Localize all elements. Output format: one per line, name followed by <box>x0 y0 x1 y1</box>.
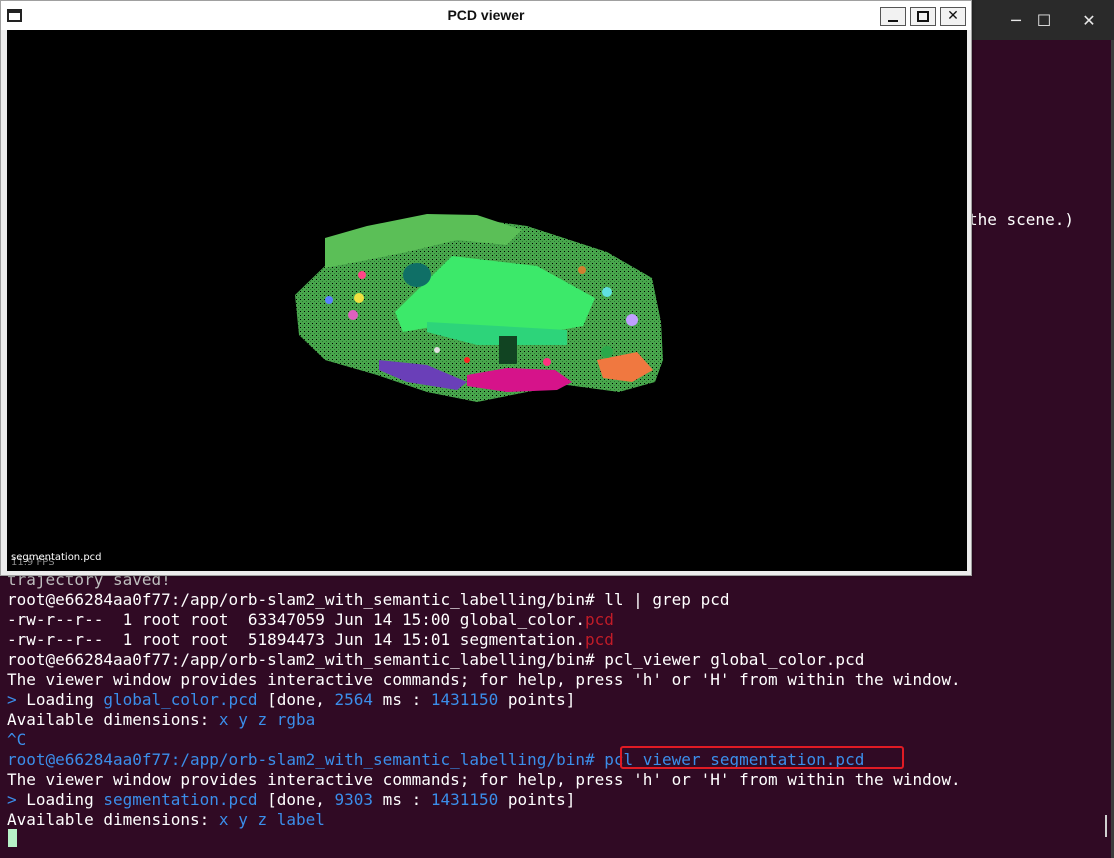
terminal-line: root@e66284aa0f77:/app/orb-slam2_with_se… <box>7 590 729 610</box>
minimize-icon[interactable]: ─ <box>1003 8 1029 34</box>
filename-label: segmentation.pcd <box>11 552 102 563</box>
cloud-white-segment <box>434 347 440 353</box>
output-text: points] <box>498 790 576 809</box>
terminal-line: ^C <box>7 730 27 749</box>
cloud-red-segment <box>464 357 470 363</box>
terminal-line: root@e66284aa0f77:/app/orb-slam2_with_se… <box>7 650 864 670</box>
cloud-pink-segment <box>358 271 366 279</box>
maximize-button[interactable] <box>910 7 936 26</box>
output-number: 1431150 <box>430 790 499 809</box>
cloud-lavender-segment <box>626 314 638 326</box>
highlight-box <box>620 746 904 769</box>
text-cursor[interactable] <box>8 829 17 847</box>
terminal-line: > Loading segmentation.pcd [done, 9303 m… <box>7 790 575 810</box>
window-title: PCD viewer <box>447 7 525 23</box>
terminal-line: -rw-r--r-- 1 root root 63347059 Jun 14 1… <box>7 610 614 630</box>
minimize-icon <box>888 20 898 22</box>
close-icon[interactable]: ✕ <box>1076 8 1102 34</box>
terminal-line: Available dimensions: x y z rgba <box>7 710 315 730</box>
output-number: 1431150 <box>430 690 499 709</box>
cloud-blue-segment <box>325 296 333 304</box>
output-text: Available dimensions: <box>7 710 219 729</box>
cloud-teal-segment <box>403 263 431 287</box>
cloud-yellow-segment <box>354 293 364 303</box>
output-number: 2564 <box>334 690 374 709</box>
output-text: [done, <box>257 690 335 709</box>
minimize-button[interactable] <box>880 7 906 26</box>
output-filename: segmentation.pcd <box>103 790 258 809</box>
terminal-line: -rw-r--r-- 1 root root 51894473 Jun 14 1… <box>7 630 614 650</box>
output-number: 9303 <box>334 790 374 809</box>
terminal-line: The viewer window provides interactive c… <box>7 670 961 689</box>
output-text: [done, <box>257 790 335 809</box>
cloud-cyan-segment <box>602 287 612 297</box>
cloud-green-speck <box>601 346 613 358</box>
file-listing: -rw-r--r-- 1 root root 63347059 Jun 14 1… <box>7 610 585 629</box>
cloud-dark-pillar <box>499 336 517 364</box>
grep-match: pcd <box>584 610 614 629</box>
terminal-line: Available dimensions: x y z label <box>7 810 325 830</box>
cloud-pink-segment <box>348 310 358 320</box>
output-dims: x y z label <box>218 810 325 829</box>
output-marker: > <box>7 690 27 709</box>
maximize-icon[interactable]: ☐ <box>1031 8 1057 34</box>
output-text: ms : <box>373 790 431 809</box>
terminal-line: The viewer window provides interactive c… <box>7 770 961 789</box>
shell-prompt: root@e66284aa0f77:/app/orb-slam2_with_se… <box>7 650 595 669</box>
point-cloud-render <box>295 214 663 402</box>
close-button[interactable]: ✕ <box>940 7 966 26</box>
shell-prompt: root@e66284aa0f77:/app/orb-slam2_with_se… <box>7 590 595 609</box>
output-filename: global_color.pcd <box>103 690 258 709</box>
maximize-icon <box>917 11 929 22</box>
output-marker: > <box>7 790 27 809</box>
output-text: Loading <box>26 690 104 709</box>
cloud-brown-segment <box>578 266 586 274</box>
output-text: Available dimensions: <box>7 810 219 829</box>
grep-match: pcd <box>584 630 614 649</box>
pcd-viewer-window[interactable]: PCD viewer ✕ 11.9 FPS segmentation.pcd <box>0 0 972 576</box>
terminal-line: > Loading global_color.pcd [done, 2564 m… <box>7 690 575 710</box>
scrollbar[interactable] <box>1105 815 1107 837</box>
output-text: points] <box>498 690 576 709</box>
cloud-magenta-speck <box>543 358 551 366</box>
shell-prompt: root@e66284aa0f77:/app/orb-slam2_with_se… <box>7 750 595 769</box>
command-text: ll | grep pcd <box>594 590 730 609</box>
file-listing: -rw-r--r-- 1 root root 51894473 Jun 14 1… <box>7 630 585 649</box>
command-text: pcl_viewer global_color.pcd <box>594 650 865 669</box>
output-text: ms : <box>373 690 431 709</box>
partial-terminal-text: the scene.) <box>968 210 1074 229</box>
output-dims: x y z rgba <box>218 710 316 729</box>
close-icon: ✕ <box>947 8 959 24</box>
pcd-titlebar[interactable]: PCD viewer ✕ <box>1 1 971 30</box>
point-cloud-canvas[interactable]: 11.9 FPS segmentation.pcd <box>7 30 967 571</box>
output-text: Loading <box>26 790 104 809</box>
